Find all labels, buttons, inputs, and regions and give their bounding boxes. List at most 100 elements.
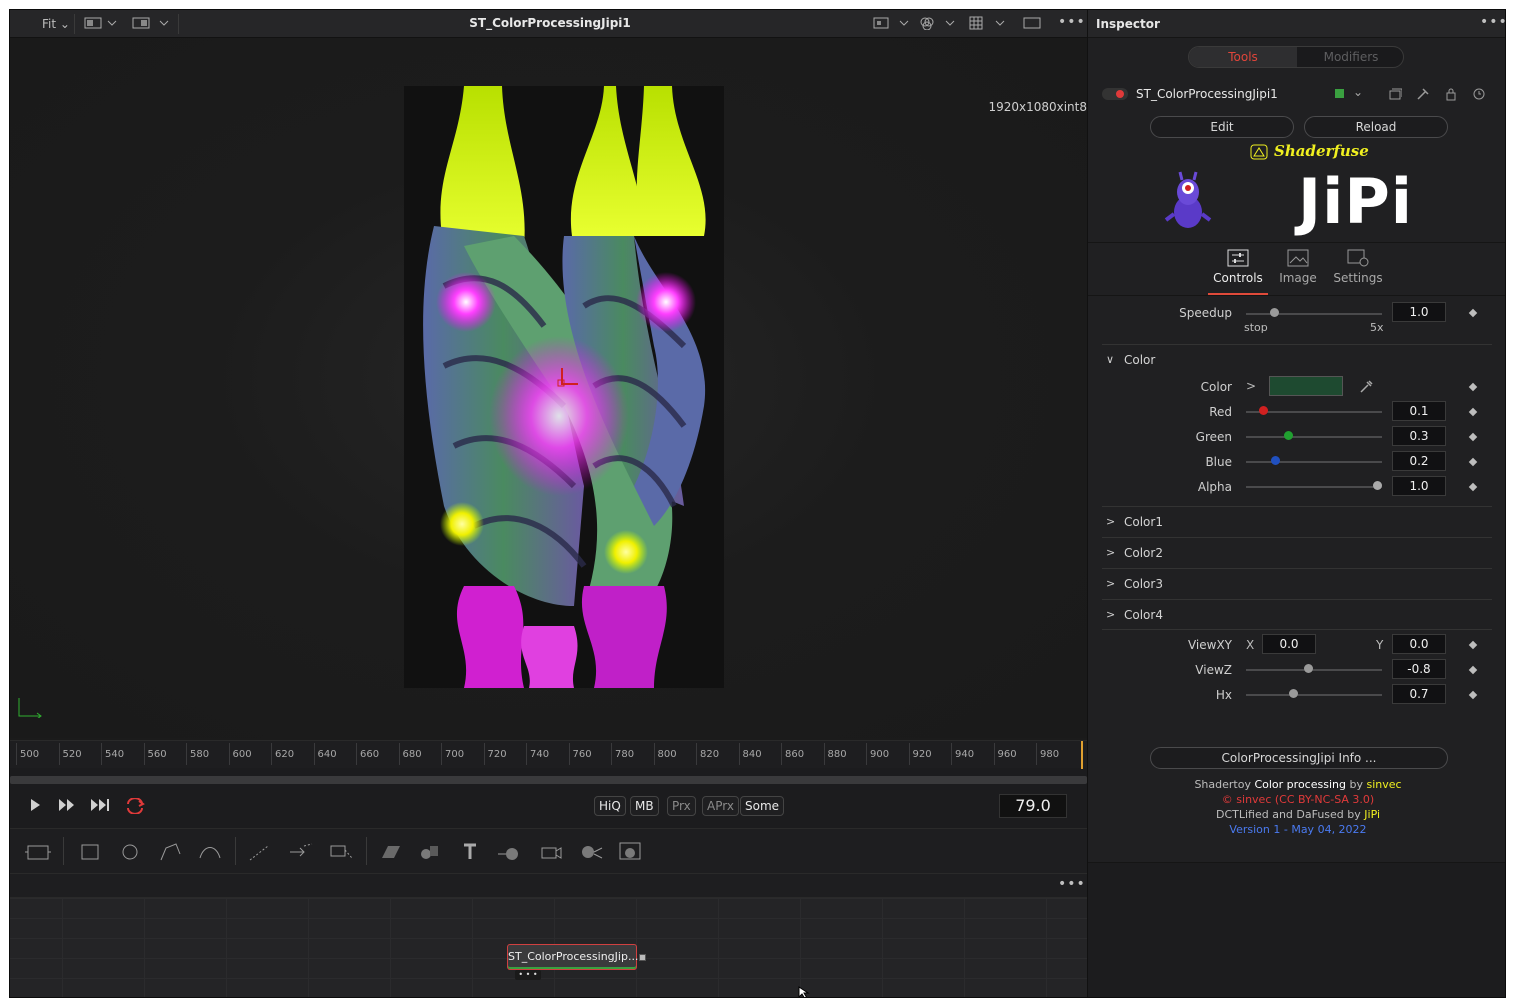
proxy-toggle[interactable]: Prx bbox=[667, 796, 696, 816]
viewz-slider-knob[interactable] bbox=[1304, 664, 1313, 673]
tab-settings[interactable]: Settings bbox=[1328, 249, 1388, 285]
camera-3d-icon[interactable] bbox=[536, 840, 564, 864]
hiq-toggle[interactable]: HiQ bbox=[594, 796, 626, 816]
layout-dropdown[interactable] bbox=[84, 16, 118, 32]
keyframe-diamond-icon[interactable] bbox=[1468, 308, 1478, 318]
license-link[interactable]: © sinvec (CC BY-NC-SA 3.0) bbox=[1088, 792, 1505, 807]
shader-node[interactable]: ST_ColorProcessingJip... bbox=[507, 944, 638, 970]
green-field[interactable]: 0.3 bbox=[1392, 426, 1446, 446]
ellipse-mask-icon[interactable] bbox=[116, 840, 144, 864]
fast-forward-button[interactable] bbox=[56, 798, 78, 816]
tab-modifiers[interactable]: Modifiers bbox=[1297, 47, 1403, 67]
rectangle-mask-icon[interactable] bbox=[76, 840, 104, 864]
loader-tool-icon[interactable] bbox=[24, 840, 52, 864]
motion-blur-toggle[interactable]: MB bbox=[630, 796, 659, 816]
zoom-dropdown[interactable]: Fit ⌄ bbox=[42, 16, 70, 32]
tool-enable-toggle[interactable] bbox=[1102, 88, 1128, 100]
hx-slider[interactable] bbox=[1246, 694, 1382, 696]
alpha-field[interactable]: 1.0 bbox=[1392, 476, 1446, 496]
keyframe-diamond-icon[interactable] bbox=[1468, 640, 1478, 650]
info-button[interactable]: ColorProcessingJipi Info ... bbox=[1150, 747, 1448, 769]
viewer-more-button[interactable]: ••• bbox=[1058, 14, 1086, 30]
selective-update-toggle[interactable]: Some bbox=[740, 796, 785, 816]
green-slider[interactable] bbox=[1246, 436, 1382, 438]
keyframe-diamond-icon[interactable] bbox=[1468, 482, 1478, 492]
node-color-swatch[interactable] bbox=[1335, 89, 1344, 98]
color-swatch[interactable] bbox=[1269, 376, 1343, 396]
playhead-marker[interactable] bbox=[1081, 741, 1083, 769]
auto-proxy-toggle[interactable]: APrx bbox=[702, 796, 739, 816]
loop-button[interactable] bbox=[124, 797, 146, 816]
section-color2[interactable]: > Color2 bbox=[1102, 537, 1492, 567]
section-color4[interactable]: > Color4 bbox=[1102, 599, 1492, 629]
tab-controls[interactable]: Controls bbox=[1208, 249, 1268, 285]
tab-image[interactable]: Image bbox=[1268, 249, 1328, 285]
blue-field[interactable]: 0.2 bbox=[1392, 451, 1446, 471]
particle-render-icon[interactable] bbox=[286, 840, 314, 864]
keyframe-diamond-icon[interactable] bbox=[1468, 665, 1478, 675]
viewer-canvas[interactable]: 1920x1080xint8 bbox=[10, 38, 1087, 738]
speedup-slider[interactable] bbox=[1246, 313, 1382, 315]
checker-dropdown[interactable] bbox=[872, 16, 912, 32]
hx-slider-knob[interactable] bbox=[1289, 689, 1298, 698]
keyframe-diamond-icon[interactable] bbox=[1468, 432, 1478, 442]
channels-dropdown[interactable] bbox=[918, 16, 958, 32]
viewxy-x-field[interactable]: 0.0 bbox=[1262, 634, 1316, 654]
shader-link[interactable]: Color processing bbox=[1254, 778, 1346, 791]
reload-button[interactable]: Reload bbox=[1304, 116, 1448, 138]
particle-emitter-icon[interactable] bbox=[246, 840, 274, 864]
reset-icon[interactable] bbox=[1472, 87, 1486, 101]
keyframe-diamond-icon[interactable] bbox=[1468, 407, 1478, 417]
blue-slider[interactable] bbox=[1246, 461, 1382, 463]
keyframe-diamond-icon[interactable] bbox=[1468, 690, 1478, 700]
version-link[interactable]: Version 1 - May 04, 2022 bbox=[1088, 822, 1505, 837]
keyframe-diamond-icon[interactable] bbox=[1468, 382, 1478, 392]
polygon-mask-icon[interactable] bbox=[156, 840, 184, 864]
section-color3[interactable]: > Color3 bbox=[1102, 568, 1492, 598]
eyedropper-icon[interactable] bbox=[1358, 379, 1374, 395]
section-color[interactable]: ∨ Color bbox=[1102, 344, 1492, 374]
image-plane-3d-icon[interactable] bbox=[376, 840, 404, 864]
edit-button[interactable]: Edit bbox=[1150, 116, 1294, 138]
red-field[interactable]: 0.1 bbox=[1392, 401, 1446, 421]
bspline-mask-icon[interactable] bbox=[196, 840, 224, 864]
speedup-field[interactable]: 1.0 bbox=[1392, 302, 1446, 322]
green-slider-knob[interactable] bbox=[1284, 431, 1293, 440]
node-editor-more-button[interactable]: ••• bbox=[1058, 876, 1086, 892]
text-3d-icon[interactable] bbox=[456, 840, 484, 864]
jipi-link[interactable]: JiPi bbox=[1364, 808, 1380, 821]
viewz-field[interactable]: -0.8 bbox=[1392, 659, 1446, 679]
lock-icon[interactable] bbox=[1444, 87, 1458, 101]
single-view-button[interactable] bbox=[1022, 16, 1042, 32]
pin-icon[interactable] bbox=[1416, 87, 1430, 101]
renderer-3d-icon[interactable] bbox=[616, 840, 644, 864]
tab-tools[interactable]: Tools bbox=[1189, 47, 1297, 67]
particle-system-icon[interactable] bbox=[326, 840, 354, 864]
node-editor-canvas[interactable]: ST_ColorProcessingJip... • • • bbox=[10, 898, 1087, 997]
split-view-dropdown[interactable] bbox=[132, 16, 172, 32]
chevron-right-icon[interactable]: > bbox=[1246, 379, 1256, 393]
play-button[interactable] bbox=[24, 798, 46, 816]
inspector-more-button[interactable]: ••• bbox=[1480, 14, 1505, 30]
shape-3d-icon[interactable] bbox=[416, 840, 444, 864]
node-output-port[interactable] bbox=[639, 954, 646, 961]
grid-dropdown[interactable] bbox=[968, 16, 1008, 32]
go-to-end-button[interactable] bbox=[90, 798, 112, 816]
keyframe-diamond-icon[interactable] bbox=[1468, 457, 1478, 467]
versions-icon[interactable] bbox=[1388, 87, 1402, 101]
timeline-scrubber[interactable] bbox=[10, 776, 1087, 784]
time-ruler[interactable]: 500 520 540 560 580 600 620 640 660 680 700 720 740 7… bbox=[10, 740, 1087, 769]
viewxy-y-field[interactable]: 0.0 bbox=[1392, 634, 1446, 654]
alpha-slider[interactable] bbox=[1246, 486, 1382, 488]
viewz-slider[interactable] bbox=[1246, 669, 1382, 671]
current-frame-field[interactable]: 79.0 bbox=[999, 794, 1067, 818]
chevron-down-icon[interactable]: ⌄ bbox=[1353, 85, 1363, 99]
hx-field[interactable]: 0.7 bbox=[1392, 684, 1446, 704]
alpha-slider-knob[interactable] bbox=[1373, 481, 1382, 490]
red-slider-knob[interactable] bbox=[1259, 406, 1268, 415]
section-color1[interactable]: > Color1 bbox=[1102, 506, 1492, 536]
speedup-slider-knob[interactable] bbox=[1270, 308, 1279, 317]
author-link[interactable]: sinvec bbox=[1366, 778, 1401, 791]
merge-3d-icon[interactable] bbox=[496, 840, 524, 864]
node-input-ports[interactable]: • • • bbox=[515, 970, 541, 980]
